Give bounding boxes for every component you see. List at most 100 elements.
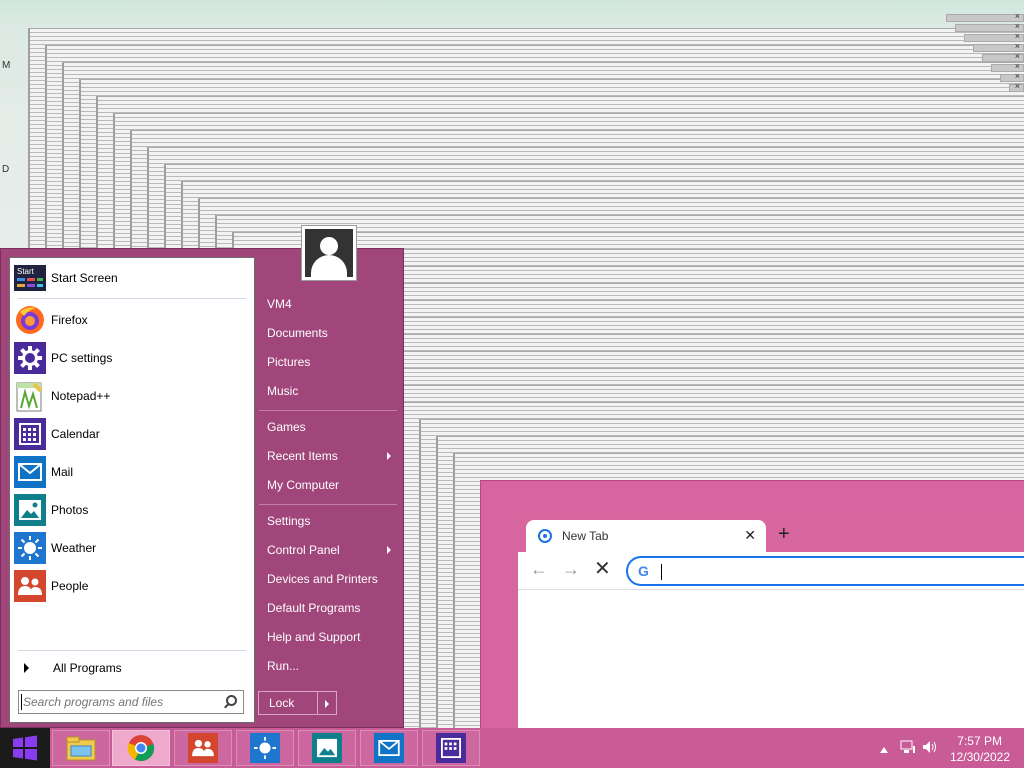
menu-item-label: VM4 [267, 297, 292, 311]
close-icon: × [1014, 61, 1020, 71]
text-caret [21, 694, 22, 710]
windows-logo-icon [13, 735, 37, 761]
clock-time[interactable]: 7:57 PM [957, 734, 1002, 748]
start-button[interactable] [0, 728, 50, 768]
mail-icon [374, 733, 404, 763]
search-box[interactable] [18, 690, 244, 714]
menu-item-default-programs[interactable]: Default Programs [259, 595, 399, 621]
menu-item-vm4[interactable]: VM4 [259, 291, 399, 317]
separator [18, 298, 246, 299]
weather-icon [14, 532, 46, 564]
menu-item-control-panel[interactable]: Control Panel [259, 537, 399, 563]
program-weather[interactable]: Weather [14, 530, 250, 566]
menu-item-help-and-support[interactable]: Help and Support [259, 624, 399, 650]
program-label: Calendar [51, 427, 100, 441]
menu-item-label: Settings [267, 514, 311, 528]
close-icon: × [1014, 11, 1020, 21]
chrome-icon [127, 735, 155, 762]
calendar-icon [14, 418, 46, 450]
taskbar-photos[interactable] [298, 730, 356, 766]
file-explorer-icon [66, 736, 96, 761]
text-caret [661, 564, 662, 580]
program-people[interactable]: People [14, 568, 250, 604]
tab-title: New Tab [562, 529, 609, 543]
clock-date[interactable]: 12/30/2022 [950, 750, 1010, 764]
show-hidden-icons-icon[interactable] [880, 742, 888, 756]
new-tab-button[interactable]: + [778, 524, 790, 544]
menu-item-label: Devices and Printers [267, 572, 378, 586]
separator [259, 504, 397, 505]
photos-icon [14, 494, 46, 526]
search-icon[interactable] [226, 695, 237, 706]
taskbar-calendar[interactable] [422, 730, 480, 766]
separator [259, 410, 397, 411]
menu-item-label: Run... [267, 659, 300, 673]
taskbar-people[interactable] [174, 730, 232, 766]
taskbar-weather[interactable] [236, 730, 294, 766]
search-input[interactable] [23, 694, 213, 710]
menu-item-label: My Computer [267, 478, 340, 492]
weather-icon [250, 733, 280, 763]
menu-item-recent-items[interactable]: Recent Items [259, 443, 399, 469]
notepad-icon [14, 380, 46, 412]
svg-text:Start: Start [17, 267, 35, 276]
taskbar-chrome[interactable] [112, 730, 170, 766]
mail-icon [14, 456, 46, 488]
taskbar-file-explorer[interactable] [52, 730, 110, 766]
stop-loading-icon[interactable]: ✕ [594, 559, 611, 579]
menu-item-pictures[interactable]: Pictures [259, 349, 399, 375]
gear-icon [14, 342, 46, 374]
program-label: Weather [51, 541, 97, 555]
volume-icon[interactable] [922, 740, 938, 757]
power-options-arrow-icon[interactable] [317, 691, 337, 715]
menu-item-settings[interactable]: Settings [259, 508, 399, 534]
menu-item-documents[interactable]: Documents [259, 320, 399, 346]
program-calendar[interactable]: Calendar [14, 416, 250, 452]
submenu-arrow-icon [387, 546, 391, 554]
browser-window: New Tab ✕ + ← → ✕ G [518, 514, 1024, 744]
system-tray: 7:57 PM 12/30/2022 [864, 728, 1024, 768]
desktop-icon-label-m[interactable]: M [2, 60, 10, 71]
browser-toolbar: ← → ✕ G [518, 552, 1024, 590]
submenu-arrow-icon [387, 452, 391, 460]
program-notepad-plus-plus[interactable]: Notepad++ [14, 378, 250, 414]
back-arrow-icon[interactable]: ← [530, 560, 548, 578]
menu-item-my-computer[interactable]: My Computer [259, 472, 399, 498]
program-mail[interactable]: Mail [14, 454, 250, 490]
menu-item-music[interactable]: Music [259, 378, 399, 404]
close-icon: × [1014, 21, 1020, 31]
desktop-icon-label-d[interactable]: D [2, 164, 9, 175]
menu-item-run[interactable]: Run... [259, 653, 399, 679]
photos-icon [312, 733, 342, 763]
program-firefox[interactable]: Firefox [14, 302, 250, 338]
address-bar[interactable]: G [626, 556, 1024, 586]
program-label: PC settings [51, 351, 113, 365]
menu-item-devices-and-printers[interactable]: Devices and Printers [259, 566, 399, 592]
ghost-titlebar: × [1000, 71, 1024, 82]
user-avatar[interactable] [301, 225, 357, 281]
program-pc-settings[interactable]: PC settings [14, 340, 250, 376]
program-start-screen[interactable]: Start Start Screen [14, 260, 250, 296]
network-icon[interactable] [900, 740, 916, 757]
all-programs-button[interactable]: All Programs [14, 656, 250, 680]
forward-arrow-icon[interactable]: → [562, 560, 580, 578]
program-label: Start Screen [51, 271, 118, 285]
lock-button[interactable]: Lock [258, 691, 318, 715]
program-photos[interactable]: Photos [14, 492, 250, 528]
all-programs-label: All Programs [53, 661, 122, 675]
menu-item-games[interactable]: Games [259, 414, 399, 440]
close-icon: × [1014, 51, 1020, 61]
program-label: Photos [51, 503, 89, 517]
chrome-favicon-icon [538, 529, 552, 543]
menu-item-label: Pictures [267, 355, 311, 369]
tab-new-tab[interactable]: New Tab ✕ [526, 520, 766, 552]
close-icon: × [1014, 31, 1020, 41]
menu-item-label: Help and Support [267, 630, 361, 644]
menu-item-label: Documents [267, 326, 328, 340]
ghost-titlebar: × [1009, 81, 1024, 92]
close-icon: × [1014, 71, 1020, 81]
taskbar-mail[interactable] [360, 730, 418, 766]
google-icon: G [638, 563, 649, 579]
tab-close-icon[interactable]: ✕ [744, 527, 756, 544]
calendar-icon [436, 733, 466, 763]
